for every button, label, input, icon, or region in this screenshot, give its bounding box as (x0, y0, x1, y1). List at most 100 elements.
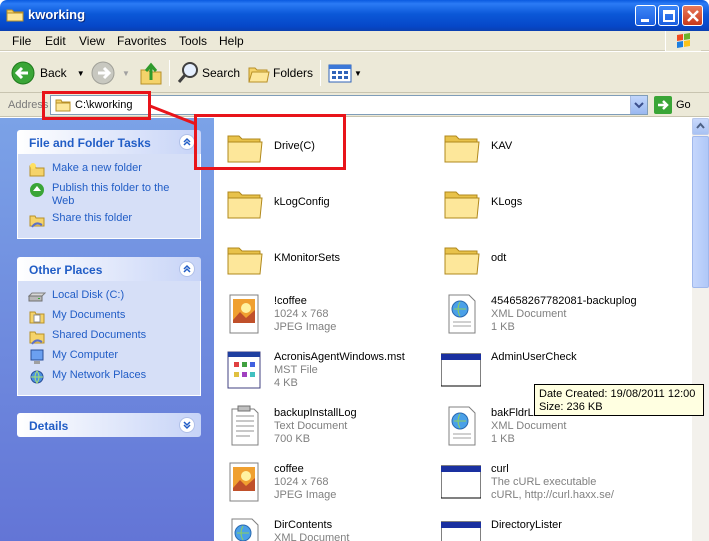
back-label: Back (40, 66, 67, 80)
file-detail-1: XML Document (274, 532, 350, 541)
file-detail-2: JPEG Image (274, 321, 337, 333)
text-document-icon (231, 405, 259, 446)
file-name: kLogConfig (274, 196, 330, 208)
folders-label: Folders (273, 66, 314, 80)
scroll-thumb[interactable] (692, 136, 709, 288)
jpeg-image-icon (229, 294, 259, 334)
toolbar-separator (169, 60, 170, 86)
other-places-panel: Other Places Local Disk (C:) My Document… (17, 257, 201, 396)
file-detail-2: 1 KB (491, 433, 515, 445)
folder-icon (444, 135, 480, 163)
file-info-tooltip: Date Created: 19/08/2011 12:00 Size: 236… (534, 384, 704, 416)
scroll-up-button[interactable] (692, 118, 709, 135)
panel-title: File and Folder Tasks (29, 136, 151, 150)
views-icon (328, 64, 352, 83)
search-label: Search (202, 66, 241, 80)
file-item[interactable]: DirContents XML Document (218, 512, 448, 541)
application-icon (441, 353, 481, 387)
menu-file[interactable]: File (12, 34, 31, 48)
maximize-button[interactable] (658, 5, 679, 26)
file-detail-1: XML Document (491, 308, 567, 320)
folder-item[interactable]: KLogs (435, 176, 665, 226)
menu-view[interactable]: View (79, 34, 105, 48)
file-item[interactable]: coffee 1024 x 768 JPEG Image (218, 456, 448, 506)
views-button[interactable]: ▼ (328, 58, 362, 88)
jpeg-image-icon (229, 462, 259, 502)
place-my-network-places[interactable]: My Network Places (18, 367, 200, 387)
place-my-documents[interactable]: My Documents (18, 307, 200, 327)
my-computer-icon (30, 349, 44, 364)
panel-header[interactable]: Other Places (17, 257, 201, 281)
folder-item[interactable]: kLogConfig (218, 176, 448, 226)
toolbar-separator (320, 60, 321, 86)
up-folder-button[interactable] (139, 58, 163, 88)
panel-header[interactable]: Details (17, 413, 201, 437)
file-name: KLogs (491, 196, 523, 208)
chevron-down-icon[interactable]: ▼ (77, 69, 85, 78)
annotation-connector (149, 104, 197, 126)
file-list: Drive(C) KAV kLogConfig KLogs KMonitorSets od… (214, 118, 692, 541)
search-button[interactable]: Search (176, 58, 240, 88)
file-detail-1: 1024 x 768 (274, 476, 329, 488)
annotation-box-drive-folder (194, 114, 346, 170)
file-item[interactable]: DirectoryLister (435, 512, 665, 541)
forward-button[interactable]: ▼ (90, 58, 130, 88)
expand-icon[interactable] (179, 417, 195, 433)
application-icon (441, 521, 481, 541)
back-button[interactable]: Back ▼ (10, 58, 85, 88)
file-item[interactable]: curl The cURL executable cURL, http://curl… (435, 456, 665, 506)
window-title: kworking (28, 7, 86, 22)
file-item[interactable]: !coffee 1024 x 768 JPEG Image (218, 288, 448, 338)
file-name: coffee (274, 463, 304, 475)
chevron-down-icon[interactable]: ▼ (122, 69, 130, 78)
file-detail-1: XML Document (491, 420, 567, 432)
task-share-folder[interactable]: Share this folder (18, 210, 200, 230)
task-pane: File and Folder Tasks Make a new folder … (0, 118, 214, 541)
task-make-new-folder[interactable]: Make a new folder (18, 160, 200, 180)
folder-icon (6, 9, 24, 22)
go-button[interactable]: Go (654, 96, 691, 114)
place-shared-documents[interactable]: Shared Documents (18, 327, 200, 347)
collapse-icon[interactable] (179, 134, 195, 150)
hard-drive-icon (28, 292, 46, 302)
panel-body: Make a new folder Publish this folder to… (17, 154, 201, 239)
panel-title: Other Places (29, 263, 103, 277)
file-item[interactable]: 454658267782081-backuplog XML Document 1 K… (435, 288, 665, 338)
folder-icon (227, 191, 263, 219)
file-name: DirectoryLister (491, 519, 562, 531)
title-bar: kworking (0, 0, 709, 31)
back-arrow-icon (11, 61, 35, 85)
folder-item[interactable]: KMonitorSets (218, 232, 448, 282)
place-my-computer[interactable]: My Computer (18, 347, 200, 367)
place-local-disk[interactable]: Local Disk (C:) (18, 287, 200, 307)
folders-button[interactable]: Folders (247, 58, 313, 88)
file-item[interactable]: AcronisAgentWindows.mst MST File 4 KB (218, 344, 448, 394)
panel-header[interactable]: File and Folder Tasks (17, 130, 201, 154)
task-publish-folder[interactable]: Publish this folder to the Web (18, 180, 200, 210)
file-name: bakFldrLi (491, 407, 537, 419)
network-places-icon (30, 370, 44, 384)
chevron-down-icon[interactable]: ▼ (354, 69, 362, 78)
file-name: DirContents (274, 519, 333, 531)
file-name: AcronisAgentWindows.mst (274, 351, 405, 363)
minimize-button[interactable] (635, 5, 656, 26)
toolbar: Back ▼ ▼ Search Folders ▼ (0, 52, 709, 93)
file-item[interactable]: backupInstallLog Text Document 700 KB (218, 400, 448, 450)
go-label: Go (676, 99, 691, 111)
address-dropdown-button[interactable] (630, 96, 647, 114)
file-detail-2: 1 KB (491, 321, 515, 333)
menu-tools[interactable]: Tools (179, 34, 207, 48)
close-button[interactable] (682, 5, 703, 26)
go-arrow-icon (654, 96, 672, 114)
file-detail-1: The cURL executable (491, 476, 597, 488)
collapse-icon[interactable] (179, 261, 195, 277)
folder-item[interactable]: odt (435, 232, 665, 282)
menu-edit[interactable]: Edit (45, 34, 66, 48)
menu-favorites[interactable]: Favorites (117, 34, 166, 48)
menu-help[interactable]: Help (219, 34, 244, 48)
folder-item[interactable]: KAV (435, 120, 665, 170)
folder-icon (444, 191, 480, 219)
chevron-down-icon (634, 102, 644, 109)
file-detail-1: Text Document (274, 420, 348, 432)
vertical-scrollbar[interactable] (692, 118, 709, 541)
